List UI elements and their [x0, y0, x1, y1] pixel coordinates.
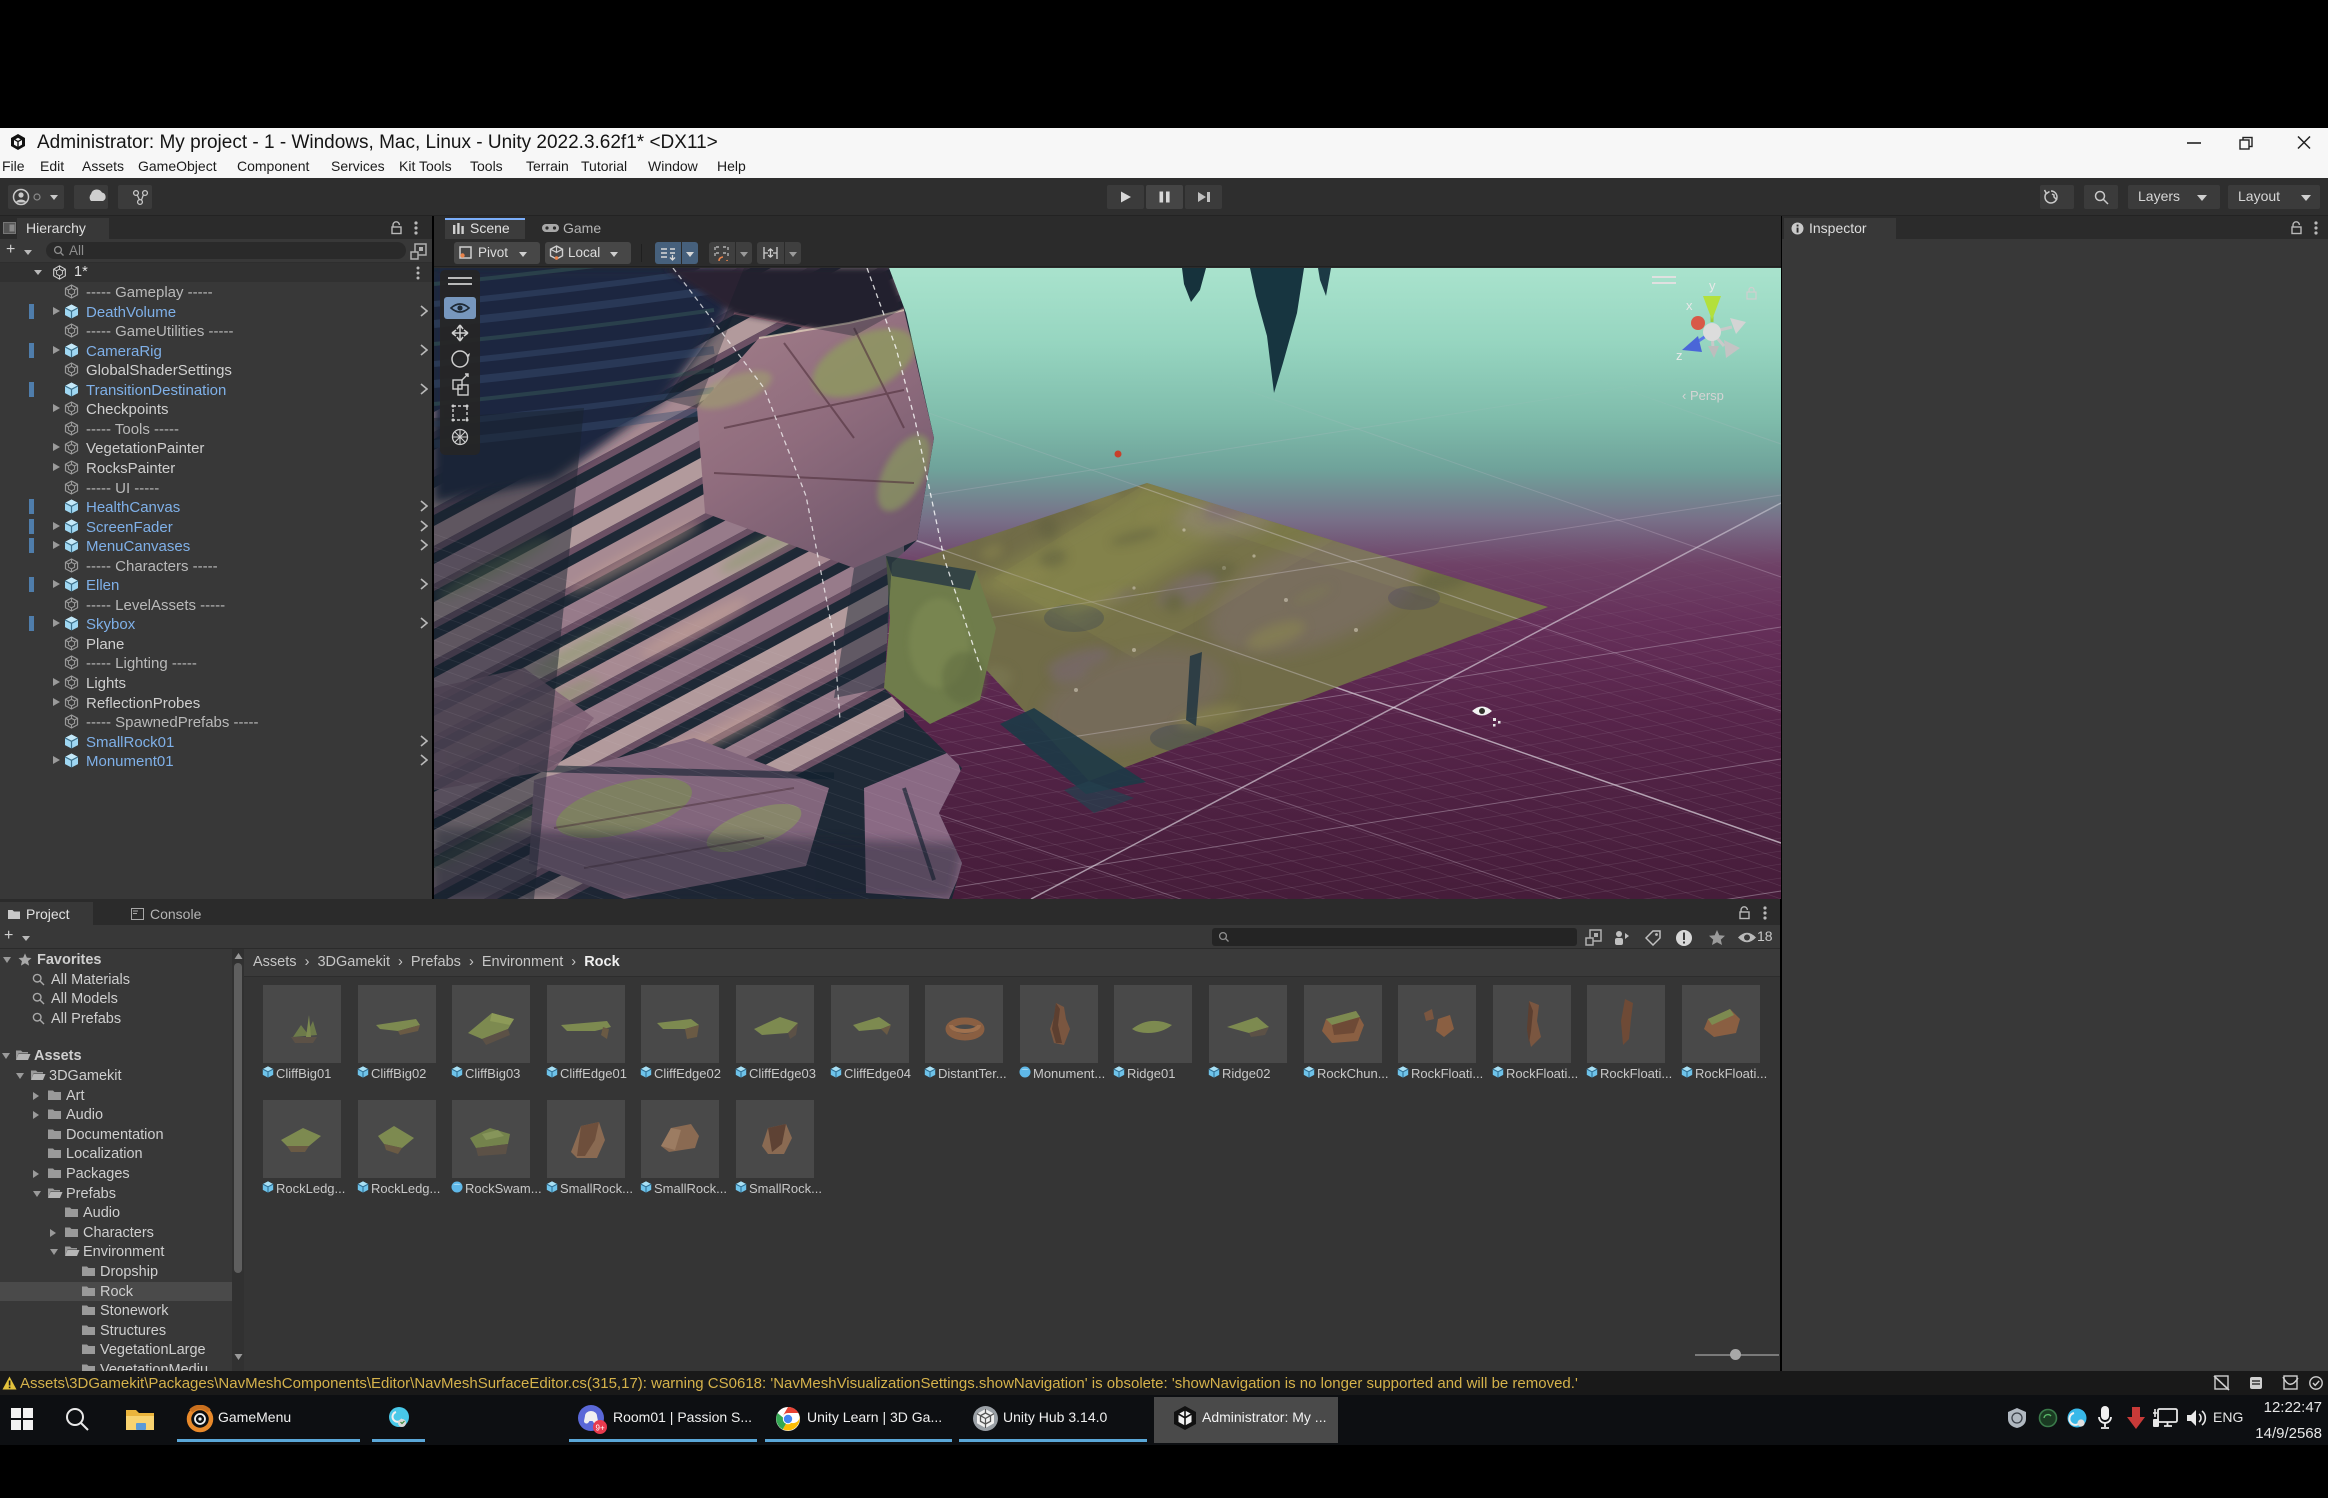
svg-text:x: x [1686, 298, 1693, 313]
svg-text:‹ Persp: ‹ Persp [1682, 388, 1724, 403]
svg-text:y: y [1709, 278, 1716, 293]
svg-text:z: z [1676, 348, 1683, 363]
svg-text:9+: 9+ [596, 1424, 605, 1433]
